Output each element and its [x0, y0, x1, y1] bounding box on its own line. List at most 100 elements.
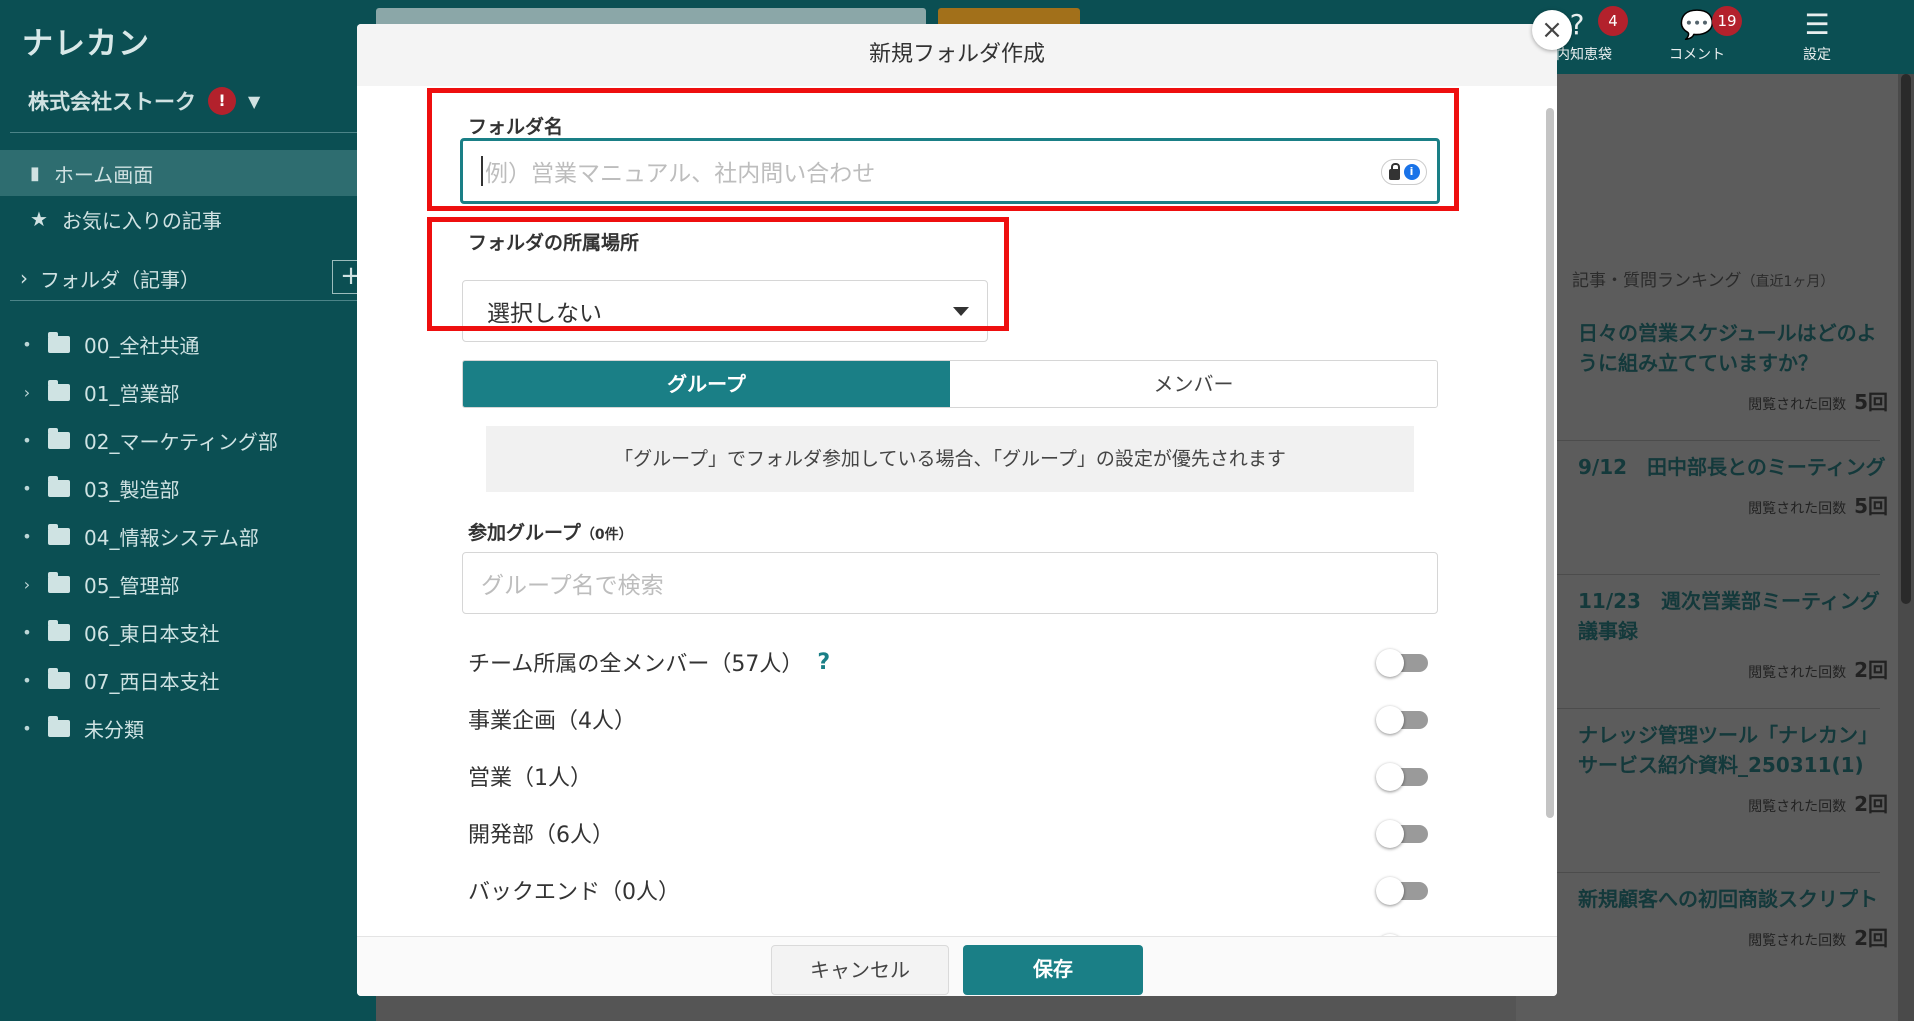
nav-home-label: ホーム画面	[53, 162, 154, 187]
ranking-item[interactable]: ナレッジ管理ツール「ナレカン」サービス紹介資料_250311(1) 閲覧された回数…	[1578, 720, 1888, 817]
ranking-item-title[interactable]: ナレッジ管理ツール「ナレカン」サービス紹介資料_250311(1)	[1578, 720, 1888, 780]
modal-scrollbar-thumb[interactable]	[1546, 108, 1554, 818]
sidebar-folder-item[interactable]: • 02_マーケティング部	[20, 420, 278, 460]
bullet-icon: •	[22, 622, 32, 642]
comment-label: コメント	[1669, 47, 1725, 63]
sidebar-folder-item[interactable]: • 06_東日本支社	[20, 612, 219, 652]
views-label: 閲覧された回数	[1748, 397, 1847, 413]
sidebar-folder-item[interactable]: • 04_情報システム部	[20, 516, 259, 556]
tab-member[interactable]: メンバー	[950, 361, 1437, 407]
views-label: 閲覧された回数	[1748, 501, 1847, 517]
ranking-item-views: 閲覧された回数 5回	[1578, 490, 1888, 519]
divider	[10, 132, 366, 133]
bullet-icon: •	[22, 430, 32, 450]
views-count: 2回	[1854, 926, 1888, 950]
group-name: 開発部（6人）	[468, 823, 614, 848]
app-logo[interactable]: ナレカン	[22, 18, 150, 63]
folder-icon	[48, 331, 70, 353]
sidebar-folder-label: 00_全社共通	[84, 333, 200, 358]
highlight-location	[427, 217, 1009, 331]
views-count: 5回	[1854, 494, 1888, 518]
ranking-item-title[interactable]: 9/12 田中部長とのミーティング	[1578, 452, 1888, 482]
folder-icon	[48, 379, 70, 401]
group-name: 事業企画（4人）	[468, 709, 636, 734]
toggle-knob	[1376, 820, 1404, 848]
divider	[1550, 574, 1880, 575]
cancel-button[interactable]: キャンセル	[771, 945, 949, 995]
menu-icon: ☰	[1804, 8, 1830, 41]
ranking-title-text: 記事・質問ランキング	[1572, 271, 1742, 291]
group-search-input[interactable]: グループ名で検索	[462, 552, 1438, 614]
sidebar-folder-label: 03_製造部	[84, 477, 180, 502]
toggle-knob	[1376, 763, 1404, 791]
group-toggle-row: バックエンド（0人）	[468, 870, 1428, 910]
save-button[interactable]: 保存	[963, 945, 1143, 995]
ranking-item-views: 閲覧された回数 2回	[1578, 788, 1888, 817]
sidebar-folder-item[interactable]: • 00_全社共通	[20, 324, 199, 364]
clipboard-icon: ▮	[30, 162, 40, 184]
group-toggle-row: 開発部（6人）	[468, 813, 1428, 853]
chevron-right-icon[interactable]: ›	[20, 575, 34, 594]
ranking-panel	[1516, 74, 1898, 1021]
sidebar-folder-item[interactable]: • 07_西日本支社	[20, 660, 219, 700]
sidebar-folder-label: 05_管理部	[84, 573, 180, 598]
ranking-item[interactable]: 11/23 週次営業部ミーティング議事録閲覧された回数 2回	[1578, 586, 1888, 683]
star-icon: ★	[30, 207, 48, 231]
folder-section-header[interactable]: › フォルダ（記事） +	[0, 256, 376, 300]
page-scrollbar-thumb[interactable]	[1901, 74, 1911, 604]
views-count: 2回	[1854, 792, 1888, 816]
ranking-item-views: 閲覧された回数 5回	[1578, 386, 1888, 415]
chevron-down-icon: ▼	[248, 91, 261, 111]
views-label: 閲覧された回数	[1748, 665, 1847, 681]
folder-icon	[48, 571, 70, 593]
sidebar-folder-item[interactable]: › 01_営業部	[20, 372, 179, 412]
chevron-right-icon[interactable]: ›	[20, 383, 34, 402]
bullet-icon: •	[22, 670, 32, 690]
group-toggle-switch[interactable]	[1376, 763, 1428, 791]
group-toggle-switch[interactable]	[1376, 649, 1428, 677]
ranking-item[interactable]: 9/12 田中部長とのミーティング閲覧された回数 5回	[1578, 452, 1888, 519]
folder-section-label: フォルダ（記事）	[40, 267, 200, 292]
sidebar: ナレカン 株式会社ストーク ! ▼ ▮ ホーム画面 ★ お気に入りの記事 › フ…	[0, 0, 376, 1021]
groups-count: （0件）	[580, 527, 633, 543]
ranking-item[interactable]: 新規顧客への初回商談スクリプト 閲覧された回数 2回	[1578, 884, 1888, 951]
ranking-period: （直近1ヶ月）	[1741, 274, 1835, 290]
modal-title: 新規フォルダ作成	[357, 24, 1557, 86]
group-toggle-switch[interactable]	[1376, 706, 1428, 734]
ranking-title: 記事・質問ランキング（直近1ヶ月）	[1572, 266, 1834, 291]
group-member-tabs: グループ メンバー	[462, 360, 1438, 408]
group-name: バックエンド（0人）	[468, 880, 680, 905]
modal-scrollbar[interactable]	[1543, 86, 1557, 936]
nav-home[interactable]: ▮ ホーム画面	[0, 150, 376, 196]
sidebar-folder-item[interactable]: • 未分類	[20, 708, 144, 748]
company-switcher[interactable]: 株式会社ストーク ! ▼	[28, 86, 260, 116]
views-count: 2回	[1854, 658, 1888, 682]
sidebar-folder-label: 01_営業部	[84, 381, 180, 406]
group-toggle-switch[interactable]	[1376, 820, 1428, 848]
close-icon[interactable]: ×	[1532, 10, 1572, 50]
ranking-item[interactable]: 日々の営業スケジュールはどのように組み立てていますか？ 閲覧された回数 5回	[1578, 318, 1888, 415]
folder-icon	[48, 619, 70, 641]
help-icon[interactable]: ?	[817, 650, 830, 675]
highlight-folder-name	[427, 88, 1459, 211]
tab-group[interactable]: グループ	[463, 361, 950, 407]
views-count: 5回	[1854, 390, 1888, 414]
toggle-knob	[1376, 649, 1404, 677]
sidebar-folder-label: 未分類	[84, 717, 144, 742]
settings-button[interactable]: ☰ 設定	[1762, 6, 1872, 64]
group-search-placeholder: グループ名で検索	[481, 573, 664, 599]
nav-favorites[interactable]: ★ お気に入りの記事	[0, 196, 376, 242]
toggle-knob	[1376, 706, 1404, 734]
ranking-item-title[interactable]: 日々の営業スケジュールはどのように組み立てていますか？	[1578, 318, 1888, 378]
divider	[1550, 872, 1880, 873]
ranking-item-title[interactable]: 新規顧客への初回商談スクリプト	[1578, 884, 1888, 914]
ranking-item-views: 閲覧された回数 2回	[1578, 922, 1888, 951]
sidebar-folder-item[interactable]: › 05_管理部	[20, 564, 179, 604]
modal-footer: キャンセル 保存	[357, 936, 1557, 996]
sidebar-folder-item[interactable]: • 03_製造部	[20, 468, 179, 508]
folder-icon	[48, 715, 70, 737]
ranking-item-title[interactable]: 11/23 週次営業部ミーティング議事録	[1578, 586, 1888, 646]
group-toggle-switch[interactable]	[1376, 877, 1428, 905]
comment-button[interactable]: 💬 コメント 19	[1642, 6, 1752, 64]
company-alert-badge: !	[208, 87, 236, 115]
